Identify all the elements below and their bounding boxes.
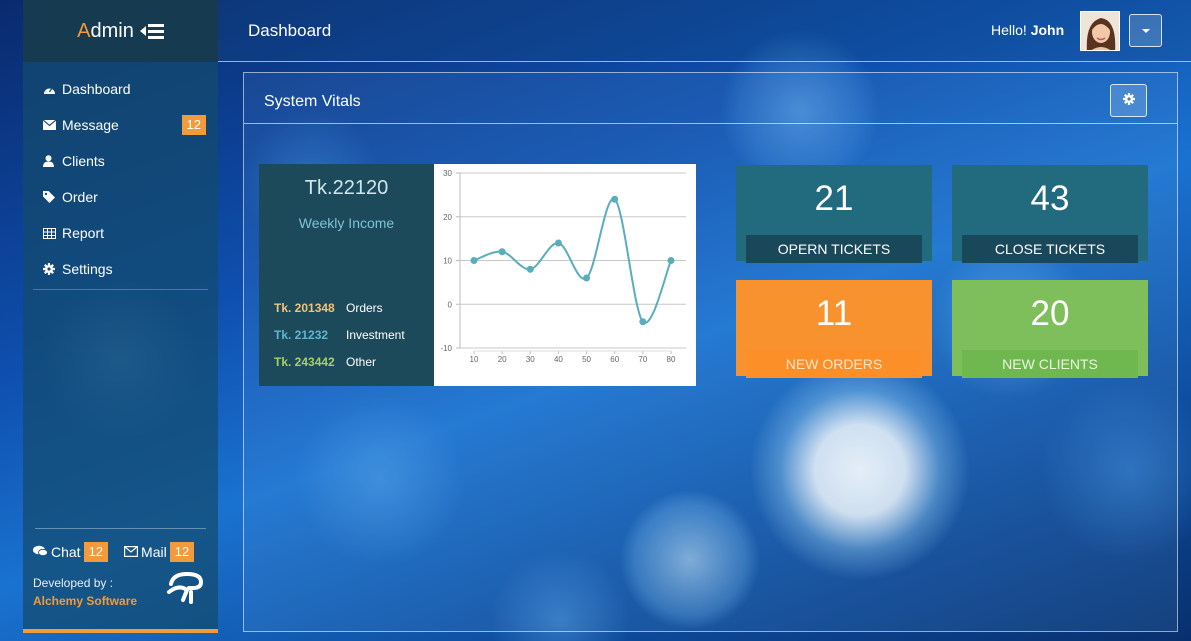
brand-letter: A <box>77 19 91 42</box>
open-tickets-tile[interactable]: 21 OPERN TICKETS <box>736 165 932 263</box>
new-orders-tile[interactable]: 11 NEW ORDERS <box>736 280 932 378</box>
data-point[interactable] <box>639 318 647 326</box>
close-tickets-tile[interactable]: 43 CLOSE TICKETS <box>952 165 1148 263</box>
brand-rest: dmin <box>90 19 134 42</box>
user-name: John <box>1030 22 1065 38</box>
y-tick-label: 20 <box>443 213 452 222</box>
x-tick-label: 50 <box>582 355 591 364</box>
dashboard-icon <box>43 84 59 95</box>
mail-count-badge: 12 <box>169 542 195 562</box>
x-tick-label: 60 <box>610 355 619 364</box>
panel-header: System Vitals <box>244 73 1177 124</box>
income-summary: Tk.22120 Weekly Income Tk. 201348 Orders… <box>259 164 434 386</box>
income-row-value: Tk. 21232 <box>274 328 329 342</box>
avatar[interactable] <box>1080 11 1120 51</box>
sidebar-footer: Chat 12 Mail 12 Developed by : Alchemy S… <box>23 528 218 608</box>
data-point[interactable] <box>526 265 534 273</box>
income-row-orders: Tk. 201348 Orders <box>274 301 383 315</box>
mail-icon <box>124 544 139 560</box>
tile-number: 11 <box>815 294 853 333</box>
gear-icon <box>43 263 59 275</box>
weekly-income-card: Tk.22120 Weekly Income Tk. 201348 Orders… <box>259 164 696 386</box>
menu-toggle-icon[interactable] <box>139 23 164 39</box>
chat-link[interactable]: Chat 12 <box>33 542 109 562</box>
sidebar: Admin Dashboard Message 12 Clients Order… <box>23 0 218 633</box>
x-tick-label: 30 <box>526 355 535 364</box>
greeting-text: Hello! <box>991 22 1027 38</box>
data-point[interactable] <box>611 195 619 203</box>
y-tick-label: 10 <box>443 257 452 266</box>
data-point[interactable] <box>667 257 675 264</box>
income-row-label: Investment <box>346 328 405 342</box>
new-clients-tile[interactable]: 20 NEW CLIENTS <box>952 280 1148 378</box>
data-point[interactable] <box>498 248 506 256</box>
sidebar-item-settings[interactable]: Settings <box>23 251 218 287</box>
mail-label: Mail <box>141 544 167 560</box>
data-point[interactable] <box>583 274 591 282</box>
tile-number: 43 <box>1030 179 1070 218</box>
top-header: Dashboard Hello! John <box>218 0 1191 62</box>
panel-title: System Vitals <box>264 93 361 110</box>
y-tick-label: -10 <box>440 344 452 353</box>
x-tick-label: 40 <box>554 355 563 364</box>
income-label: Weekly Income <box>298 215 395 231</box>
sidebar-item-label: Message <box>62 117 119 133</box>
quick-links: Chat 12 Mail 12 <box>23 529 218 562</box>
income-amount: Tk.22120 <box>304 177 389 199</box>
sidebar-nav: Dashboard Message 12 Clients Order Repor… <box>23 71 218 287</box>
tile-label: CLOSE TICKETS <box>962 235 1138 263</box>
tag-icon <box>43 191 59 203</box>
sidebar-item-clients[interactable]: Clients <box>23 143 218 179</box>
income-line-chart: -10 0 10 20 30 10 20 30 40 50 60 70 80 <box>434 164 696 386</box>
income-row-investment: Tk. 21232 Investment <box>274 328 405 342</box>
user-greeting: Hello! John <box>991 22 1064 38</box>
y-tick-label: 0 <box>448 300 453 309</box>
sidebar-item-message[interactable]: Message 12 <box>23 107 218 143</box>
user-icon <box>43 155 59 167</box>
chevron-down-icon <box>1141 28 1150 33</box>
tile-number: 21 <box>814 179 854 218</box>
income-row-label: Orders <box>346 301 383 315</box>
company-logo-icon <box>165 570 205 609</box>
user-menu-dropdown-button[interactable] <box>1129 14 1162 47</box>
sidebar-accent-bar <box>23 629 218 633</box>
page-title: Dashboard <box>248 21 332 40</box>
x-tick-label: 10 <box>470 355 479 364</box>
x-tick-label: 80 <box>667 355 676 364</box>
income-row-label: Other <box>346 355 377 369</box>
data-point[interactable] <box>554 239 562 247</box>
sidebar-item-report[interactable]: Report <box>23 215 218 251</box>
table-icon <box>43 227 59 239</box>
y-tick-label: 30 <box>443 169 452 178</box>
message-count-badge: 12 <box>181 115 206 135</box>
income-row-value: Tk. 201348 <box>274 301 335 315</box>
x-tick-label: 20 <box>498 355 507 364</box>
panel-settings-button[interactable] <box>1110 84 1147 117</box>
mail-link[interactable]: Mail 12 <box>124 542 195 562</box>
chat-icon <box>33 544 48 560</box>
brand: Admin <box>23 0 218 62</box>
chat-count-badge: 12 <box>83 542 109 562</box>
envelope-icon <box>43 120 59 130</box>
data-point[interactable] <box>470 257 478 264</box>
tile-label: NEW CLIENTS <box>962 350 1138 378</box>
tile-label: NEW ORDERS <box>746 350 922 378</box>
x-tick-label: 70 <box>638 355 647 364</box>
income-row-value: Tk. 243442 <box>274 355 335 369</box>
nav-divider <box>33 289 208 290</box>
sidebar-item-label: Report <box>62 225 105 241</box>
chart-svg: -10 0 10 20 30 10 20 30 40 50 60 70 80 <box>440 169 686 364</box>
sidebar-item-label: Settings <box>62 261 113 277</box>
sidebar-item-dashboard[interactable]: Dashboard <box>23 71 218 107</box>
sidebar-item-label: Clients <box>62 153 105 169</box>
sidebar-item-order[interactable]: Order <box>23 179 218 215</box>
gear-icon <box>1122 92 1135 110</box>
sidebar-item-label: Order <box>62 189 98 205</box>
income-row-other: Tk. 243442 Other <box>274 355 376 369</box>
sidebar-item-label: Dashboard <box>62 81 131 97</box>
chat-label: Chat <box>51 544 81 560</box>
brand-logo-text: Admin <box>77 20 134 43</box>
tile-label: OPERN TICKETS <box>746 235 922 263</box>
tile-number: 20 <box>1030 294 1070 333</box>
